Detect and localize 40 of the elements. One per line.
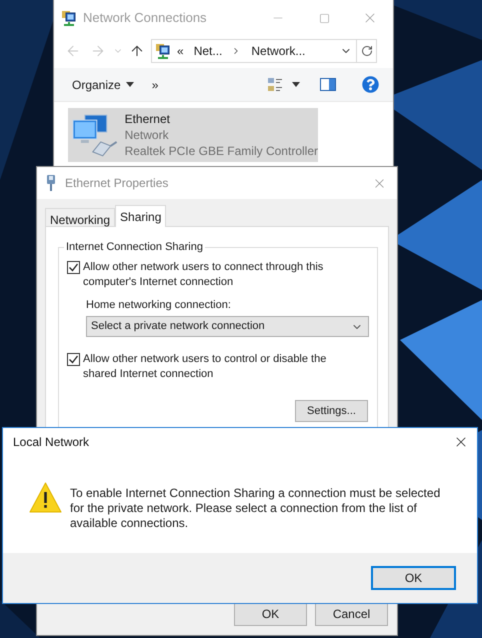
ok-button[interactable]: OK xyxy=(371,566,456,590)
refresh-button[interactable] xyxy=(357,39,377,63)
settings-button[interactable]: Settings... xyxy=(295,400,368,422)
connection-status: Network xyxy=(124,127,170,143)
up-icon[interactable] xyxy=(129,43,145,59)
warning-icon xyxy=(29,482,62,513)
network-icon xyxy=(155,43,171,59)
group-title: Internet Connection Sharing xyxy=(65,240,204,255)
network-icon xyxy=(61,10,77,26)
address-field[interactable]: « Net... Network... xyxy=(151,39,357,63)
window-title: Ethernet Properties xyxy=(65,175,168,192)
tab[interactable]: Networking xyxy=(45,208,116,226)
connection-item[interactable]: Ethernet Network Realtek PCIe GBE Family Controller xyxy=(68,108,318,162)
dialog-button[interactable]: OK xyxy=(234,602,307,626)
caret-icon[interactable] xyxy=(292,82,300,87)
dialog-button[interactable]: Cancel xyxy=(315,602,388,626)
network-cable-icon xyxy=(46,175,56,191)
window-title: Local Network xyxy=(13,434,90,451)
network-adapter-icon xyxy=(71,112,119,158)
connection-name: Ethernet xyxy=(124,111,171,127)
window-title: Network Connections xyxy=(83,9,207,28)
organize-menu[interactable]: Organize xyxy=(72,76,134,94)
help-icon[interactable] xyxy=(362,76,379,93)
alert-message: To enable Internet Connection Sharing a connection must be selected for the private network. Please select a connection from the list of available connections. xyxy=(70,486,442,531)
overflow-chevron[interactable]: « xyxy=(177,42,184,60)
view-icon[interactable] xyxy=(267,76,283,92)
caret-icon[interactable] xyxy=(126,82,134,87)
breadcrumb[interactable]: Net... xyxy=(194,42,222,60)
checkbox[interactable] xyxy=(67,353,80,366)
checkbox[interactable] xyxy=(67,260,80,274)
preview-pane-icon[interactable] xyxy=(320,78,336,91)
refresh-icon xyxy=(360,45,372,57)
checkbox-label: Allow other network users to connect through this computer's Internet connection xyxy=(83,260,324,290)
more-commands[interactable]: » xyxy=(152,76,158,94)
connection-select[interactable]: Select a private network connection xyxy=(86,316,369,337)
field-label: Home networking connection: xyxy=(86,298,232,312)
breadcrumb[interactable]: Network... xyxy=(251,42,306,60)
tab[interactable]: Sharing xyxy=(115,205,166,227)
adapter-name: Realtek PCIe GBE Family Controller xyxy=(124,143,318,159)
checkbox-label: Allow other network users to control or disable the shared Internet connection xyxy=(83,352,328,382)
